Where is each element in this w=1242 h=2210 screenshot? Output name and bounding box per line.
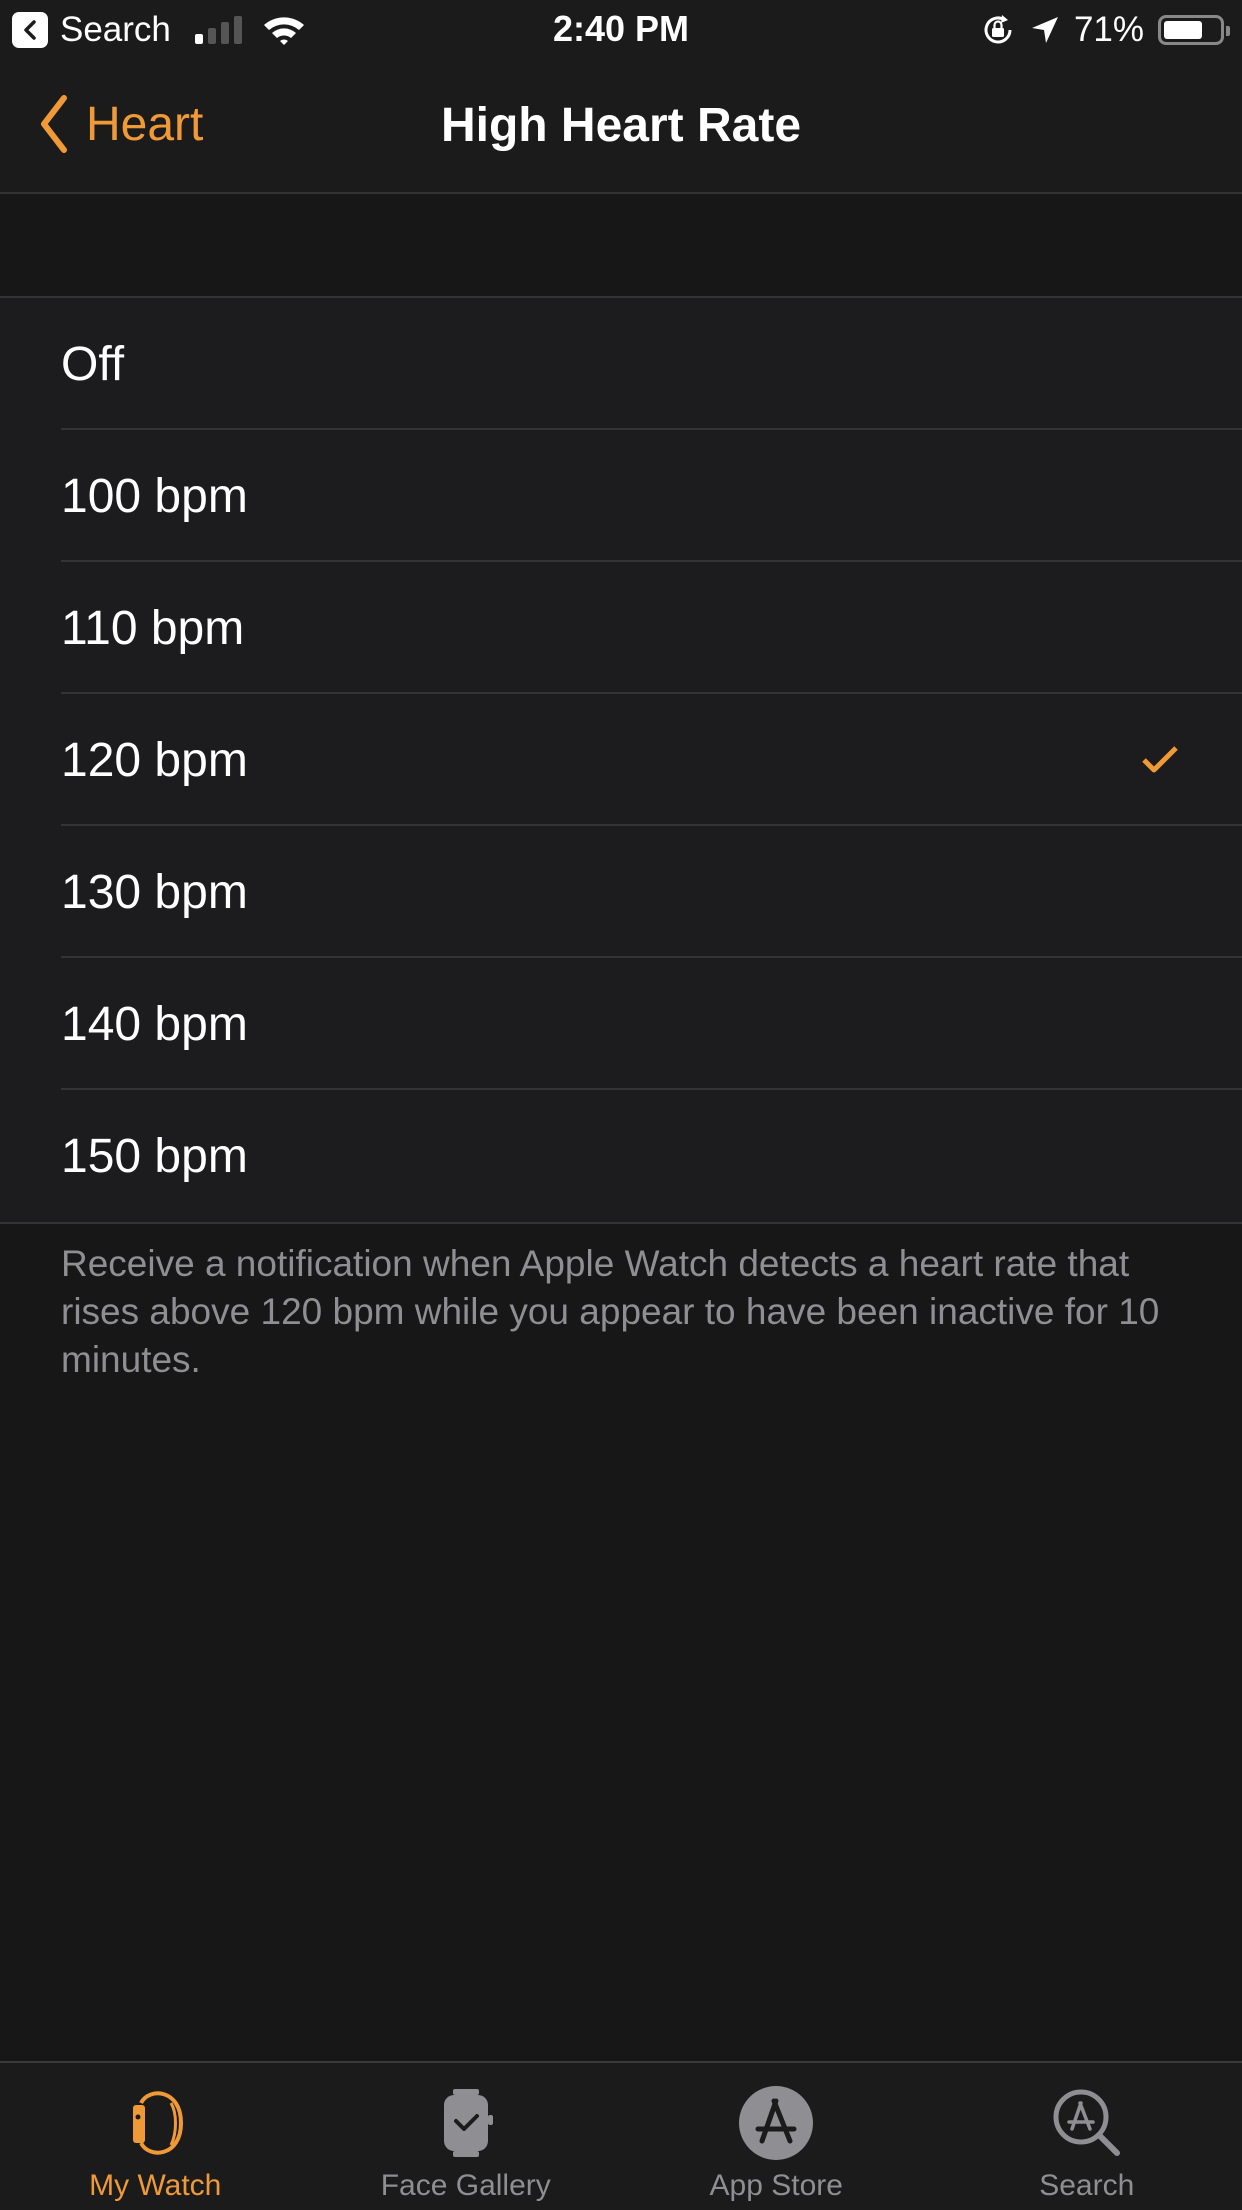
option-label: 140 bpm	[61, 997, 248, 1052]
page-title: High Heart Rate	[0, 98, 1242, 153]
tab-label: App Store	[710, 2169, 843, 2203]
option-label: 110 bpm	[61, 601, 244, 656]
option-row-off[interactable]: Off	[0, 298, 1242, 430]
option-label: 120 bpm	[61, 733, 248, 788]
rotation-lock-icon	[980, 12, 1016, 48]
option-label: Off	[61, 337, 124, 392]
tab-face-gallery[interactable]: Face Gallery	[311, 2063, 622, 2210]
option-row-110-bpm[interactable]: 110 bpm	[0, 562, 1242, 694]
option-row-120-bpm[interactable]: 120 bpm	[0, 694, 1242, 826]
option-row-100-bpm[interactable]: 100 bpm	[0, 430, 1242, 562]
battery-fill	[1164, 21, 1202, 39]
battery-percent: 71%	[1074, 10, 1144, 50]
option-label: 130 bpm	[61, 865, 248, 920]
section-header-spacer	[0, 194, 1242, 298]
status-bar: Search 2:40 PM 71%	[0, 0, 1242, 62]
option-label: 150 bpm	[61, 1129, 248, 1184]
battery-icon	[1158, 15, 1224, 45]
navigation-bar: Heart High Heart Rate	[0, 62, 1242, 194]
face-gallery-icon	[426, 2083, 506, 2163]
tab-bar: My Watch Face Gallery App Store Search	[0, 2061, 1242, 2210]
tab-label: Face Gallery	[381, 2169, 551, 2203]
tab-app-store[interactable]: App Store	[621, 2063, 932, 2210]
tab-label: My Watch	[89, 2169, 221, 2203]
checkmark-icon	[1140, 740, 1180, 780]
option-label: 100 bpm	[61, 469, 248, 524]
tab-my-watch[interactable]: My Watch	[0, 2063, 311, 2210]
footnote-text: Receive a notification when Apple Watch …	[61, 1240, 1201, 1384]
search-icon	[1047, 2083, 1127, 2163]
tab-label: Search	[1039, 2169, 1134, 2203]
app-store-icon	[736, 2083, 816, 2163]
location-icon	[1030, 15, 1060, 45]
option-row-150-bpm[interactable]: 150 bpm	[0, 1090, 1242, 1222]
option-row-140-bpm[interactable]: 140 bpm	[0, 958, 1242, 1090]
heart-rate-options-list: Off 100 bpm 110 bpm 120 bpm 130 bpm 140 …	[0, 298, 1242, 1224]
my-watch-icon	[115, 2083, 195, 2163]
tab-search[interactable]: Search	[932, 2063, 1242, 2210]
option-row-130-bpm[interactable]: 130 bpm	[0, 826, 1242, 958]
